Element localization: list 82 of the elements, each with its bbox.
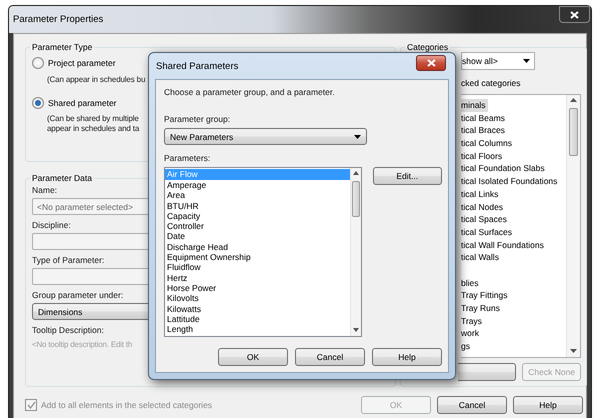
radio-button[interactable] [32,97,44,109]
list-item[interactable]: Kilovolts [165,293,350,304]
list-item[interactable]: Length [165,324,350,334]
list-item[interactable]: tical Surfaces [461,226,514,239]
list-item[interactable]: work [461,327,481,340]
list-item[interactable]: tical Beams [461,112,507,124]
option-note: (Can be shared by multiple appear in schedules and ta [47,114,140,134]
list-item[interactable]: Capacity [165,210,350,222]
list-item[interactable]: tical Nodes [461,200,506,214]
close-icon [426,59,436,67]
close-icon [570,10,579,18]
list-item[interactable]: minals [461,99,488,112]
window-title: Parameter Properties [13,14,104,25]
list-item[interactable]: tical Foundation Slabs [461,162,547,176]
list-item[interactable]: Date [165,231,350,242]
list-item[interactable]: Equipment Ownership [165,252,350,262]
list-item[interactable]: Controller [165,221,350,232]
list-item[interactable]: Discharge Head [165,242,350,252]
group-title: Categories [406,42,450,52]
tooltip-text: <No tooltip description. Edit th [32,340,132,349]
list-item[interactable]: Lattitude [165,314,350,324]
field-label: Tooltip Description: [32,325,104,335]
list-item[interactable]: tical Isolated Foundations [461,175,560,188]
list-item[interactable]: blies [461,276,480,290]
close-button[interactable] [416,55,446,71]
list-item[interactable]: gs [461,340,472,353]
list-item[interactable]: tical Wall Foundations [461,238,546,252]
list-item[interactable]: Kilowatts [165,304,350,314]
close-button[interactable] [559,6,590,23]
instruction-text: Choose a parameter group, and a parameter. [164,87,335,97]
option-note: (Can appear in schedules bu [47,75,146,85]
dropdown-value: New Parameters [170,132,234,142]
list-item[interactable]: BTU/HR [165,200,350,211]
list-item[interactable]: Hertz [165,272,350,283]
list-item[interactable]: tical Links [461,188,500,200]
field-label: Type of Parameter: [32,255,104,265]
scroll-up-icon [352,171,359,175]
list-item[interactable]: tical Floors [461,150,504,162]
checkbox-label: Add to all elements in the selected categories [41,400,212,410]
button[interactable] [458,363,516,381]
list-item[interactable]: tical Walls [461,251,501,264]
radio-label: Project parameter [48,58,116,68]
filter-dropdown[interactable]: show all> [461,52,535,70]
dropdown-value: show all> [462,56,498,66]
list-item[interactable]: Horse Power [165,282,350,294]
field-label: Name: [32,185,58,195]
list-item[interactable]: Tray Fittings [461,289,510,302]
scroll-thumb[interactable] [569,108,578,156]
scroll-up-icon [570,98,577,102]
list-item[interactable]: Trays [461,314,484,328]
list-item[interactable]: tical Spaces [461,213,509,226]
field-label: Group parameter under: [32,290,124,300]
field-label: Discipline: [32,220,71,230]
dialog-title: Shared Parameters [156,60,238,72]
dropdown-arrow-icon [354,134,361,138]
list-item[interactable]: Fluidflow [165,262,350,273]
scrollbar[interactable] [566,95,580,357]
placeholder: <No parameter selected> [37,202,133,212]
scroll-down-icon [570,349,577,353]
dialog-button[interactable]: Help [513,396,583,414]
dialog-button[interactable]: Cancel [295,348,365,366]
group-title: Parameter Type [31,42,94,52]
checkbox-label: cked categories [461,78,521,88]
group-title: Parameter Data [31,173,93,183]
list-item[interactable]: Amperage [165,180,350,190]
scrollbar[interactable] [350,168,361,336]
scroll-thumb[interactable] [352,181,360,217]
dropdown-arrow-icon [523,59,530,63]
list-item[interactable]: tical Columns [461,137,514,150]
parameter-group-dropdown[interactable]: New Parameters [164,128,367,145]
radio-button[interactable] [32,57,44,69]
scroll-down-icon [352,328,359,332]
dialog-button[interactable]: OK [218,348,288,366]
field-label: Parameters: [164,153,210,163]
list-item[interactable]: Area [165,190,350,201]
list-item[interactable]: Tray Runs [461,302,502,315]
edit-button[interactable]: Edit... [372,167,442,185]
dialog-button[interactable]: Cancel [437,396,507,414]
radio-label: Shared parameter [48,98,117,108]
list-item[interactable]: tical Braces [461,124,507,138]
dialog-button[interactable]: Help [372,348,442,366]
field-label: Parameter group: [164,114,230,124]
